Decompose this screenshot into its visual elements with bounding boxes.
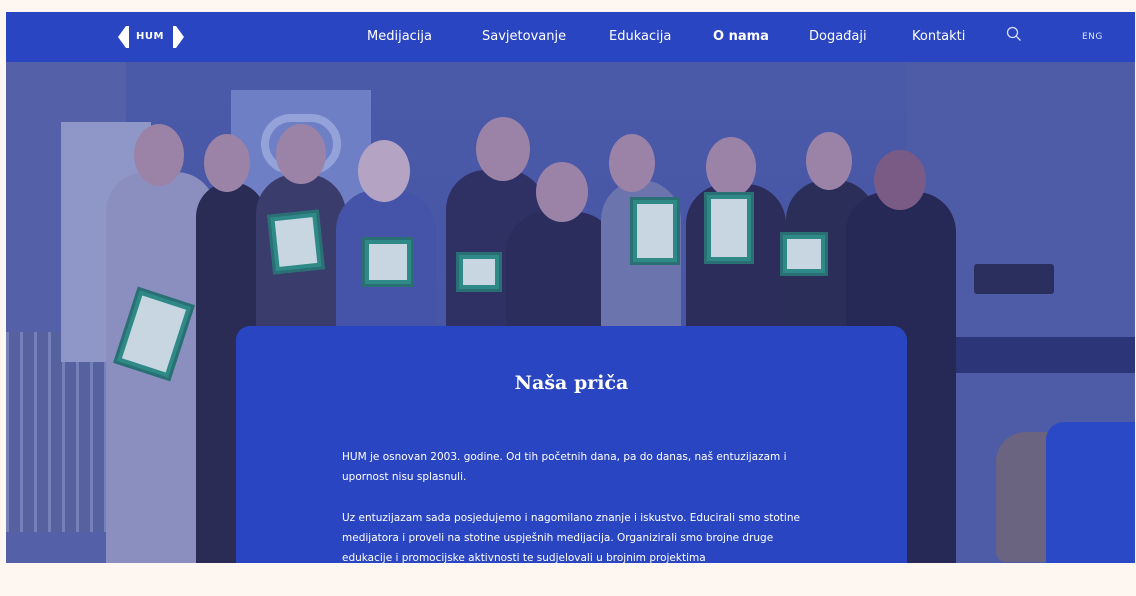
blue-chair	[1046, 422, 1135, 563]
main-nav: Medijacija Savjetovanje Edukacija O nama…	[6, 12, 1135, 62]
certificate	[704, 192, 754, 264]
site-header: HUM Medijacija Savjetovanje Edukacija O …	[6, 12, 1135, 62]
hero-photo: Naša priča HUM je osnovan 2003. godine. …	[6, 62, 1135, 563]
language-switch[interactable]: ENG	[1082, 32, 1103, 42]
story-card: Naša priča HUM je osnovan 2003. godine. …	[236, 326, 907, 563]
nav-item-medijacija[interactable]: Medijacija	[367, 29, 432, 44]
stacked-chairs	[6, 332, 116, 532]
search-icon[interactable]	[1006, 26, 1024, 44]
certificate	[630, 197, 680, 265]
nav-item-dogadaji[interactable]: Događaji	[809, 29, 867, 44]
nav-item-kontakti[interactable]: Kontakti	[912, 29, 965, 44]
nav-item-edukacija[interactable]: Edukacija	[609, 29, 671, 44]
nav-item-o-nama[interactable]: O nama	[713, 29, 769, 44]
page: Naša priča HUM je osnovan 2003. godine. …	[0, 0, 1136, 596]
table	[936, 337, 1135, 373]
certificate	[456, 252, 502, 292]
certificate	[362, 237, 414, 287]
story-paragraph: Uz entuzijazam sada posjedujemo i nagomi…	[342, 512, 800, 563]
projector	[974, 264, 1054, 294]
nav-item-savjetovanje[interactable]: Savjetovanje	[482, 29, 566, 44]
story-title: Naša priča	[514, 372, 629, 394]
site-frame: Naša priča HUM je osnovan 2003. godine. …	[6, 12, 1135, 563]
certificate	[780, 232, 828, 276]
certificate	[267, 209, 325, 275]
story-paragraph: HUM je osnovan 2003. godine. Od tih poče…	[342, 451, 787, 483]
